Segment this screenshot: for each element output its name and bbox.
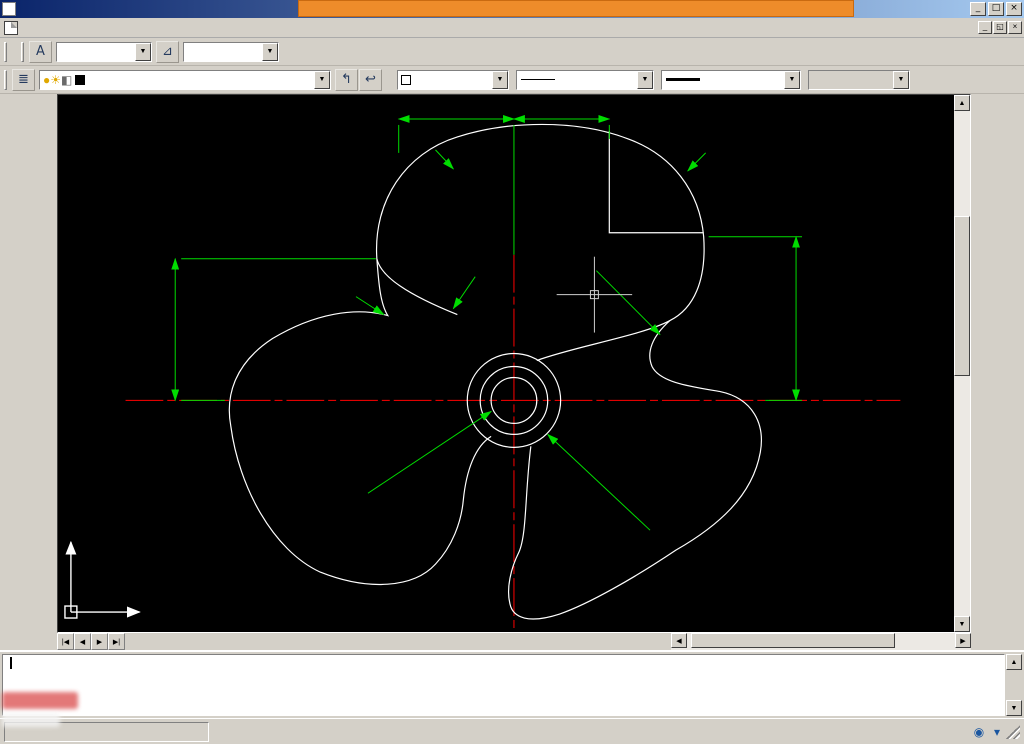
layer-properties-manager-button[interactable]: ≣ xyxy=(12,68,35,91)
minimize-button[interactable]: _ xyxy=(970,2,986,16)
horizontal-scroll-thumb[interactable] xyxy=(691,633,895,648)
statusbar: ◉ ▾ xyxy=(0,718,1024,744)
modify-toolbar xyxy=(971,94,998,650)
text-style-icon[interactable]: A xyxy=(29,40,52,63)
layout-tab-row: |◀ ◀ ▶ ▶| ◀ ▶ xyxy=(57,633,971,650)
layer-combo[interactable]: ● ☀ ◧ ▼ xyxy=(39,69,331,90)
toolbar-grip[interactable] xyxy=(4,41,7,62)
autocad-logo-icon xyxy=(2,2,16,16)
plotstyle-control-combo: ▼ xyxy=(808,69,910,90)
object-snap-toolbar xyxy=(28,94,56,650)
step-edge xyxy=(608,130,704,234)
doc-minimize-button[interactable]: _ xyxy=(978,21,992,34)
layer-freeze-sun-icon[interactable]: ☀ xyxy=(50,73,61,87)
color-swatch xyxy=(401,74,411,85)
linetype-sample xyxy=(521,79,555,80)
drawing-column: ▲ ▼ |◀ ◀ ▶ ▶| ◀ ▶ xyxy=(57,94,971,650)
blade-top xyxy=(375,123,705,362)
document-window-controls: _ ◱ × xyxy=(978,21,1022,34)
close-button[interactable]: × xyxy=(1006,2,1022,16)
communication-center-icon[interactable]: ◉ xyxy=(970,723,988,741)
layers-properties-toolbar: ≣ ● ☀ ◧ ▼ ↰ ↩ ▼ ▼ ▼ ▼ xyxy=(0,66,1024,94)
blade-right xyxy=(507,320,762,620)
first-tab-button[interactable]: |◀ xyxy=(57,633,74,650)
horizontal-scroll-track[interactable] xyxy=(687,633,955,650)
drawing-canvas[interactable] xyxy=(58,95,954,632)
command-scrollbar[interactable]: ▲ ▼ xyxy=(1006,654,1022,716)
chevron-down-icon[interactable]: ▼ xyxy=(784,70,800,89)
layer-on-bulb-icon[interactable]: ● xyxy=(43,73,50,87)
prev-tab-button[interactable]: ◀ xyxy=(74,633,91,650)
autocad-window: _ □ × _ ◱ × A ▼ ⊿ ▼ ≣ ● ☀ ◧ ▼ ↰ ↩ ▼ ▼ ▼ … xyxy=(0,0,1024,744)
command-prompt-line[interactable] xyxy=(7,656,1000,671)
vertical-scroll-track[interactable] xyxy=(954,111,970,616)
menubar: _ ◱ × xyxy=(0,18,1024,38)
scroll-up-icon[interactable]: ▲ xyxy=(954,95,970,111)
lineweight-sample xyxy=(666,78,700,81)
command-scroll-track[interactable] xyxy=(1006,670,1022,700)
chevron-down-icon[interactable]: ▼ xyxy=(637,70,653,89)
scroll-down-icon[interactable]: ▼ xyxy=(1006,700,1022,716)
crosshair-cursor xyxy=(556,256,633,333)
tab-filler xyxy=(125,633,671,650)
window-controls: _ □ × xyxy=(970,2,1022,16)
scroll-down-icon[interactable]: ▼ xyxy=(954,616,970,632)
doc-restore-button[interactable]: ◱ xyxy=(993,21,1007,34)
ucs-icon xyxy=(64,540,141,619)
layer-lock-icon[interactable]: ◧ xyxy=(61,73,72,87)
titlebar: _ □ × xyxy=(0,0,1024,18)
horizontal-scrollbar[interactable]: ◀ ▶ xyxy=(671,633,971,650)
text-caret xyxy=(10,657,12,669)
status-menu-arrow-icon[interactable]: ▾ xyxy=(991,723,1003,741)
chevron-down-icon[interactable]: ▼ xyxy=(492,70,508,89)
chevron-down-icon: ▼ xyxy=(893,70,909,89)
last-tab-button[interactable]: ▶| xyxy=(108,633,125,650)
centerlines xyxy=(125,254,901,631)
maximize-button[interactable]: □ xyxy=(988,2,1004,16)
lyrics-overlay-banner xyxy=(298,0,854,17)
left-toolbars xyxy=(0,94,57,650)
chevron-down-icon[interactable]: ▼ xyxy=(314,70,330,89)
toolbar-grip[interactable] xyxy=(4,69,7,90)
scroll-up-icon[interactable]: ▲ xyxy=(1006,654,1022,670)
next-tab-button[interactable]: ▶ xyxy=(91,633,108,650)
resize-grip[interactable] xyxy=(1006,724,1020,739)
scroll-left-icon[interactable]: ◀ xyxy=(671,633,687,648)
main-area: ▲ ▼ |◀ ◀ ▶ ▶| ◀ ▶ xyxy=(0,94,1024,650)
doc-close-button[interactable]: × xyxy=(1008,21,1022,34)
coordinate-display[interactable] xyxy=(4,721,209,742)
fan-outline xyxy=(228,123,762,620)
layer-color-swatch[interactable] xyxy=(75,74,86,85)
chevron-down-icon[interactable]: ▼ xyxy=(135,42,151,61)
command-history[interactable] xyxy=(2,654,1005,716)
vertical-scrollbar[interactable]: ▲ ▼ xyxy=(954,95,970,632)
dimension-lines xyxy=(171,114,803,531)
blade-left xyxy=(228,258,492,586)
standard-toolbar: A ▼ ⊿ ▼ xyxy=(0,38,1024,66)
layer-previous-button[interactable]: ↩ xyxy=(359,68,382,91)
dimension-toolbar xyxy=(998,94,1024,650)
color-control-combo[interactable]: ▼ xyxy=(397,69,509,90)
lineweight-control-combo[interactable]: ▼ xyxy=(661,69,801,90)
canvas-row: ▲ ▼ xyxy=(57,94,971,633)
fan-drawing xyxy=(64,114,901,631)
vertical-scroll-thumb[interactable] xyxy=(954,216,970,376)
text-style-combo[interactable]: ▼ xyxy=(56,41,152,62)
dim-style-icon[interactable]: ⊿ xyxy=(156,40,179,63)
draw-toolbar xyxy=(0,94,28,650)
drawing-file-icon[interactable] xyxy=(4,20,18,35)
scroll-right-icon[interactable]: ▶ xyxy=(955,633,971,648)
linetype-control-combo[interactable]: ▼ xyxy=(516,69,654,90)
chevron-down-icon[interactable]: ▼ xyxy=(262,42,278,61)
toolbar-grip[interactable] xyxy=(21,41,24,62)
dim-style-combo[interactable]: ▼ xyxy=(183,41,279,62)
make-object-layer-current-button[interactable]: ↰ xyxy=(335,68,358,91)
command-line-area: ▲ ▼ xyxy=(0,650,1024,718)
right-toolbars xyxy=(971,94,1024,650)
